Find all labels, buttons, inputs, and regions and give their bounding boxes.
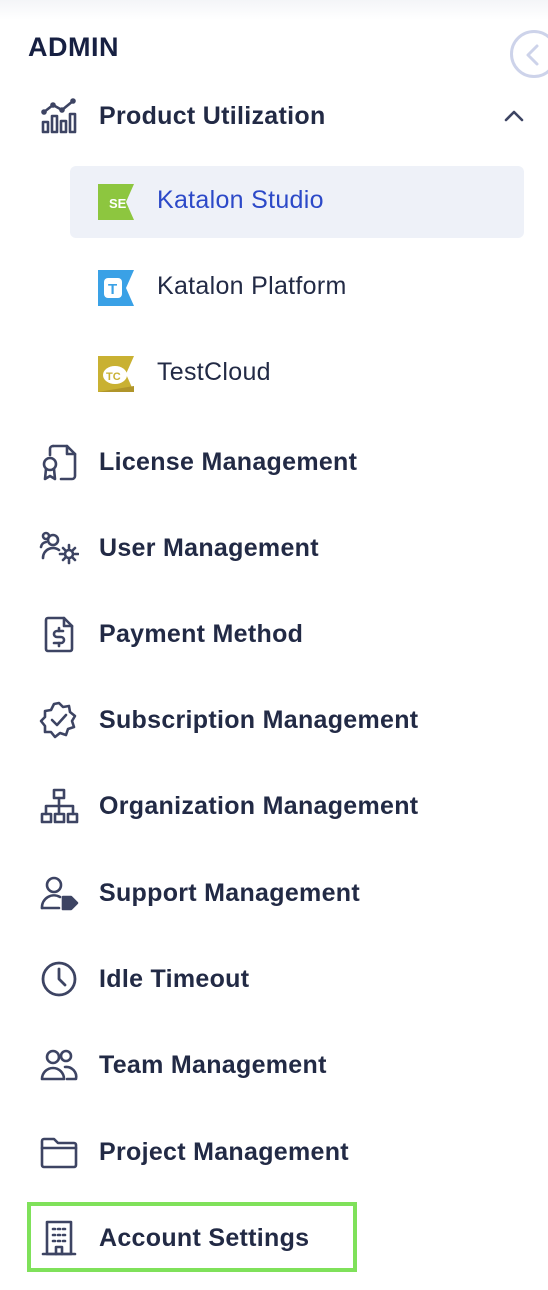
sub-item-katalon-studio[interactable]: SE Katalon Studio bbox=[70, 166, 524, 238]
sub-item-label: Katalon Studio bbox=[157, 186, 324, 214]
testcloud-logo: TC bbox=[98, 356, 134, 392]
nav-item-subscription-management[interactable]: Subscription Management bbox=[0, 690, 548, 750]
user-tag-icon bbox=[38, 872, 80, 914]
nav-item-label: Payment Method bbox=[99, 619, 304, 648]
nav-item-team-management[interactable]: Team Management bbox=[0, 1035, 548, 1095]
nav-item-label: Project Management bbox=[99, 1137, 349, 1166]
collapse-sidebar-button[interactable] bbox=[510, 30, 548, 78]
katalon-studio-logo: SE bbox=[98, 184, 134, 220]
nav-item-label: Support Management bbox=[99, 878, 360, 907]
team-users-icon bbox=[38, 1044, 80, 1086]
nav-item-license-management[interactable]: License Management bbox=[0, 432, 548, 492]
nav-item-payment-method[interactable]: Payment Method bbox=[0, 604, 548, 664]
svg-text:SE: SE bbox=[109, 196, 127, 211]
org-chart-icon bbox=[38, 785, 80, 827]
users-gear-icon bbox=[38, 527, 80, 569]
admin-sidebar: ADMIN Product Utilization SE Katalon Stu… bbox=[0, 0, 548, 1290]
nav-item-label: Team Management bbox=[99, 1050, 327, 1079]
katalon-platform-logo: T bbox=[98, 270, 134, 306]
nav-item-idle-timeout[interactable]: Idle Timeout bbox=[0, 949, 548, 1009]
nav-item-label: Subscription Management bbox=[99, 705, 419, 734]
top-fade bbox=[0, 0, 548, 20]
badge-check-icon bbox=[38, 699, 80, 741]
license-certificate-icon bbox=[38, 441, 80, 483]
nav-item-organization-management[interactable]: Organization Management bbox=[0, 776, 548, 836]
clock-icon bbox=[38, 958, 80, 1000]
nav-item-label: Account Settings bbox=[99, 1223, 310, 1252]
nav-item-support-management[interactable]: Support Management bbox=[0, 863, 548, 923]
building-icon bbox=[38, 1217, 80, 1259]
svg-text:T: T bbox=[108, 281, 117, 298]
nav-item-account-settings[interactable]: Account Settings bbox=[0, 1208, 548, 1268]
analytics-chart-icon bbox=[38, 95, 80, 137]
nav-item-label: User Management bbox=[99, 533, 319, 562]
folder-icon bbox=[38, 1131, 80, 1173]
nav-item-label: Idle Timeout bbox=[99, 964, 250, 993]
svg-text:TC: TC bbox=[106, 371, 121, 383]
nav-item-project-management[interactable]: Project Management bbox=[0, 1122, 548, 1182]
section-title: ADMIN bbox=[28, 32, 119, 62]
nav-item-label: License Management bbox=[99, 447, 358, 476]
sub-item-label: TestCloud bbox=[157, 358, 271, 386]
sub-item-testcloud[interactable]: TC TestCloud bbox=[70, 338, 524, 410]
nav-item-label: Organization Management bbox=[99, 791, 419, 820]
nav-item-product-utilization[interactable]: Product Utilization bbox=[0, 86, 548, 146]
sub-item-katalon-platform[interactable]: T Katalon Platform bbox=[70, 252, 524, 324]
nav-item-user-management[interactable]: User Management bbox=[0, 518, 548, 578]
sub-item-label: Katalon Platform bbox=[157, 272, 347, 300]
invoice-dollar-icon bbox=[38, 613, 80, 655]
nav-item-label: Product Utilization bbox=[99, 101, 326, 130]
chevron-up-icon[interactable] bbox=[500, 104, 528, 133]
